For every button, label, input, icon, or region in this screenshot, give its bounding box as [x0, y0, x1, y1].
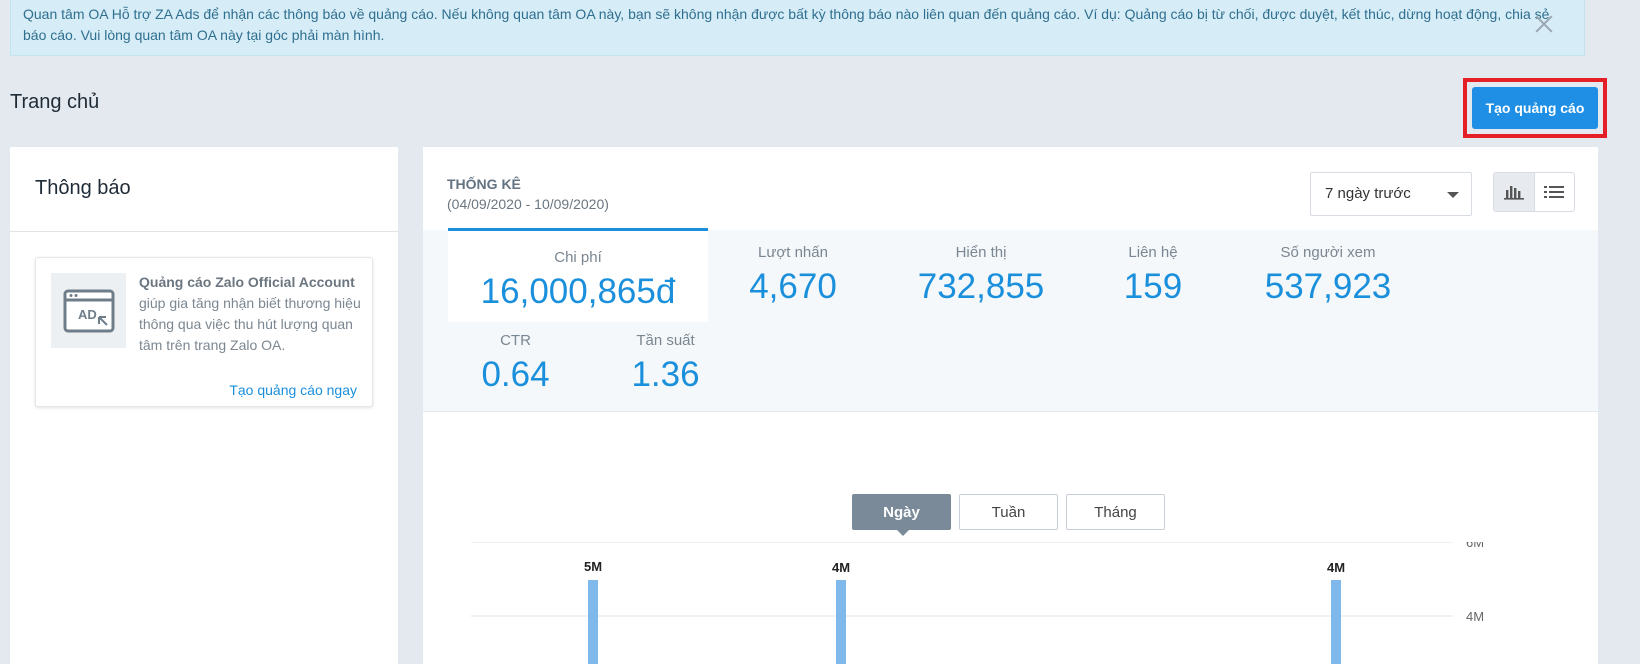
- metric-frequency[interactable]: Tần suất 1.36: [598, 332, 733, 395]
- promo-body: giúp gia tăng nhận biết thương hiệu thôn…: [139, 295, 361, 353]
- period-week-tab[interactable]: Tuần: [959, 494, 1058, 530]
- metric-clicks[interactable]: Lượt nhấn 4,670: [713, 244, 873, 307]
- metrics-area: Chi phí 16,000,865đ Lượt nhấn 4,670 Hiển…: [423, 228, 1598, 412]
- stats-date-range: (04/09/2020 - 10/09/2020): [447, 196, 609, 212]
- notice-text: Quan tâm OA Hỗ trợ ZA Ads để nhận các th…: [23, 6, 1550, 43]
- page-title: Trang chủ: [10, 91, 100, 113]
- notice-banner: Quan tâm OA Hỗ trợ ZA Ads để nhận các th…: [10, 0, 1585, 56]
- metric-value: 159: [1123, 267, 1183, 306]
- metric-label: Chi phí: [554, 249, 602, 266]
- metric-label: Liên hệ: [1128, 244, 1178, 261]
- bar-data-label: 4M: [1327, 560, 1345, 575]
- chevron-down-icon: [1447, 192, 1459, 198]
- y-tick-label: 6M: [1466, 542, 1484, 550]
- close-icon[interactable]: [1532, 12, 1556, 36]
- list-icon: [1544, 186, 1565, 198]
- metric-value: 732,855: [917, 267, 1045, 306]
- metric-viewers[interactable]: Số người xem 537,923: [1248, 244, 1408, 307]
- notifications-panel: Thông báo AD Quảng cáo Zalo Official Acc…: [10, 147, 398, 664]
- promo-card: AD Quảng cáo Zalo Official Account giúp …: [35, 257, 373, 407]
- metric-value: 16,000,865đ: [480, 272, 676, 311]
- metric-cost[interactable]: Chi phí 16,000,865đ: [448, 228, 708, 322]
- view-toggle: [1493, 172, 1575, 212]
- metric-value: 0.64: [481, 355, 550, 394]
- bar-data-label: 4M: [832, 560, 850, 575]
- period-day-tab[interactable]: Ngày: [852, 494, 951, 536]
- metric-label: Lượt nhấn: [758, 244, 828, 261]
- metric-label: Hiển thị: [955, 244, 1007, 261]
- promo-heading: Quảng cáo Zalo Official Account: [139, 274, 355, 290]
- metric-ctr[interactable]: CTR 0.64: [448, 332, 583, 395]
- range-select-value: 7 ngày trước: [1325, 185, 1411, 202]
- statistics-panel: THỐNG KÊ (04/09/2020 - 10/09/2020) 7 ngà…: [423, 147, 1598, 664]
- chart-bar: [588, 580, 598, 664]
- metric-impressions[interactable]: Hiển thị 732,855: [901, 244, 1061, 307]
- metric-label: Số người xem: [1280, 244, 1376, 261]
- ad-window-icon: AD: [51, 273, 126, 348]
- period-month-tab[interactable]: Tháng: [1066, 494, 1165, 530]
- metric-value: 1.36: [631, 355, 700, 394]
- chart-bar: [1331, 580, 1341, 664]
- range-select[interactable]: 7 ngày trước: [1310, 172, 1472, 216]
- bar-chart: 6M 4M 5M 4M 4M: [471, 542, 1484, 664]
- metric-contacts[interactable]: Liên hệ 159: [1083, 244, 1223, 307]
- period-tabs: Ngày Tuần Tháng: [852, 494, 1165, 536]
- bar-chart-icon: [1503, 186, 1524, 200]
- create-ad-now-link[interactable]: Tạo quảng cáo ngay: [229, 382, 357, 398]
- promo-text: Quảng cáo Zalo Official Account giúp gia…: [139, 272, 361, 356]
- chart-bar: [836, 580, 846, 664]
- metric-value: 537,923: [1264, 267, 1392, 306]
- create-ad-button[interactable]: Tạo quảng cáo: [1472, 87, 1598, 129]
- ad-icon-label: AD: [78, 307, 97, 322]
- list-view-button[interactable]: [1535, 173, 1575, 211]
- bar-data-label: 5M: [584, 559, 602, 574]
- notifications-title: Thông báo: [35, 177, 131, 199]
- bar-chart-view-button[interactable]: [1494, 173, 1535, 211]
- bar-series: 5M 4M 4M: [584, 559, 1345, 664]
- divider: [10, 231, 398, 232]
- y-tick-label: 4M: [1466, 609, 1484, 624]
- metric-label: Tần suất: [636, 332, 695, 349]
- stats-heading: THỐNG KÊ: [447, 176, 521, 192]
- metric-value: 4,670: [749, 267, 837, 306]
- metric-label: CTR: [500, 332, 531, 349]
